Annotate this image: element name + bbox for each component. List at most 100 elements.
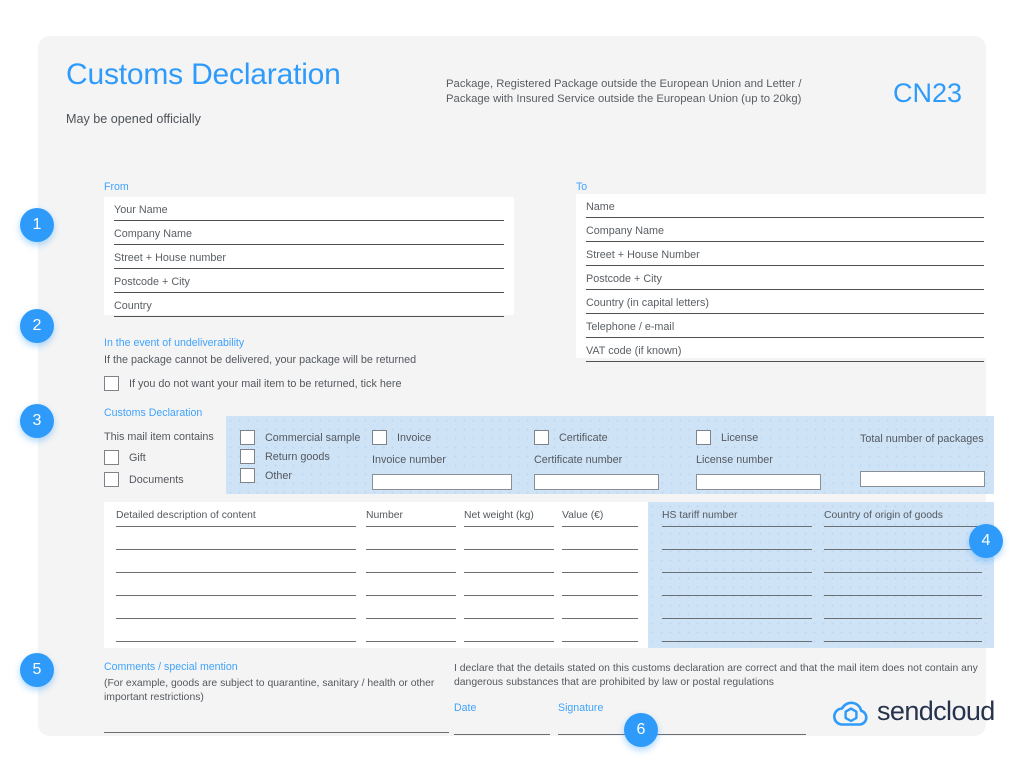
value-cell[interactable] [562, 573, 638, 596]
description-cell[interactable] [116, 573, 356, 596]
gift-label: Gift [129, 451, 146, 464]
value-cell[interactable] [562, 527, 638, 550]
from-field-country[interactable]: Country [114, 293, 504, 317]
invoice-number-input[interactable] [372, 474, 512, 490]
country-origin-cell[interactable] [824, 550, 982, 573]
net-weight-cell[interactable] [464, 573, 554, 596]
other-checkbox[interactable] [240, 468, 255, 483]
date-group: Date [454, 702, 550, 735]
to-field-postcode-city[interactable]: Postcode + City [586, 266, 984, 290]
from-field-street[interactable]: Street + House number [114, 245, 504, 269]
customs-declaration-label: Customs Declaration [104, 407, 203, 419]
cloud-box-icon [833, 701, 868, 726]
certificate-checkbox[interactable] [534, 430, 549, 445]
comments-input-line[interactable] [104, 732, 449, 733]
date-input-line[interactable] [454, 734, 550, 735]
total-packages-label: Total number of packages [860, 433, 984, 445]
net-weight-cell[interactable] [464, 527, 554, 550]
comments-hint-line-1: (For example, goods are subject to quara… [104, 678, 435, 689]
step-badge-4[interactable]: 4 [969, 524, 1003, 558]
value-cell[interactable] [562, 619, 638, 642]
invoice-row[interactable]: Invoice [372, 430, 532, 445]
customs-declaration-blue-panel: Commercial sample Return goods Other Inv… [226, 416, 994, 494]
total-packages-group: Total number of packages [860, 430, 990, 487]
from-field-name[interactable]: Your Name [114, 197, 504, 221]
number-cell[interactable] [366, 550, 456, 573]
hs-tariff-cell[interactable] [662, 573, 812, 596]
column-number: Number [366, 510, 456, 642]
item-type-group: Commercial sample Return goods Other [240, 430, 390, 483]
to-field-name[interactable]: Name [586, 194, 984, 218]
net-weight-cell[interactable] [464, 596, 554, 619]
no-return-checkbox-label: If you do not want your mail item to be … [129, 377, 402, 390]
return-goods-checkbox[interactable] [240, 449, 255, 464]
comments-hint: (For example, goods are subject to quara… [104, 677, 449, 705]
value-cell[interactable] [562, 550, 638, 573]
description-cell[interactable] [116, 527, 356, 550]
signature-input-line[interactable] [558, 734, 806, 735]
other-label: Other [265, 469, 293, 482]
license-checkbox[interactable] [696, 430, 711, 445]
license-number-input[interactable] [696, 474, 821, 490]
net-weight-cell[interactable] [464, 619, 554, 642]
license-row[interactable]: License [696, 430, 856, 445]
page-title: Customs Declaration [66, 58, 341, 91]
from-label: From [104, 181, 129, 193]
hs-tariff-cell[interactable] [662, 619, 812, 642]
number-cell[interactable] [366, 527, 456, 550]
net-weight-cell[interactable] [464, 550, 554, 573]
commercial-sample-row[interactable]: Commercial sample [240, 430, 390, 445]
step-badge-5[interactable]: 5 [20, 653, 54, 687]
column-hs-tariff: HS tariff number [662, 510, 812, 642]
country-origin-cell[interactable] [824, 527, 982, 550]
country-origin-cell[interactable] [824, 619, 982, 642]
other-row[interactable]: Other [240, 468, 390, 483]
total-packages-input[interactable] [860, 471, 985, 487]
value-cell[interactable] [562, 596, 638, 619]
from-field-company[interactable]: Company Name [114, 221, 504, 245]
from-address-box: Your Name Company Name Street + House nu… [104, 197, 514, 317]
to-field-country[interactable]: Country (in capital letters) [586, 290, 984, 314]
from-field-postcode-city[interactable]: Postcode + City [114, 269, 504, 293]
undeliverability-note: If the package cannot be delivered, your… [104, 354, 417, 366]
documents-checkbox[interactable] [104, 472, 119, 487]
to-field-vat-code[interactable]: VAT code (if known) [586, 338, 984, 362]
number-cell[interactable] [366, 619, 456, 642]
invoice-checkbox[interactable] [372, 430, 387, 445]
number-cell[interactable] [366, 573, 456, 596]
description-cell[interactable] [116, 550, 356, 573]
column-country-origin: Country of origin of goods [824, 510, 982, 642]
description-cell[interactable] [116, 619, 356, 642]
column-description: Detailed description of content [116, 510, 356, 642]
certificate-label: Certificate [559, 431, 608, 444]
date-label: Date [454, 702, 477, 714]
return-goods-row[interactable]: Return goods [240, 449, 390, 464]
country-origin-cell[interactable] [824, 573, 982, 596]
step-badge-2[interactable]: 2 [20, 309, 54, 343]
undeliverability-checkbox-row[interactable]: If you do not want your mail item to be … [104, 376, 534, 391]
commercial-sample-checkbox[interactable] [240, 430, 255, 445]
to-field-street[interactable]: Street + House Number [586, 242, 984, 266]
description-cell[interactable] [116, 596, 356, 619]
hs-tariff-cell[interactable] [662, 596, 812, 619]
step-badge-3[interactable]: 3 [20, 404, 54, 438]
undeliverability-label: In the event of undeliverability [104, 337, 245, 349]
hs-tariff-cell[interactable] [662, 527, 812, 550]
step-badge-1[interactable]: 1 [20, 208, 54, 242]
column-value-header: Value (€) [562, 510, 604, 521]
no-return-checkbox[interactable] [104, 376, 119, 391]
gift-checkbox-row[interactable]: Gift [104, 450, 224, 465]
undeliverability-section: In the event of undeliverability If the … [104, 337, 534, 391]
to-field-telephone-email[interactable]: Telephone / e-mail [586, 314, 984, 338]
country-origin-cell[interactable] [824, 596, 982, 619]
certificate-number-label: Certificate number [534, 454, 623, 466]
gift-checkbox[interactable] [104, 450, 119, 465]
column-value: Value (€) [562, 510, 638, 642]
hs-tariff-cell[interactable] [662, 550, 812, 573]
documents-checkbox-row[interactable]: Documents [104, 472, 224, 487]
certificate-row[interactable]: Certificate [534, 430, 699, 445]
certificate-number-input[interactable] [534, 474, 659, 490]
step-badge-6[interactable]: 6 [624, 713, 658, 747]
number-cell[interactable] [366, 596, 456, 619]
to-field-company[interactable]: Company Name [586, 218, 984, 242]
